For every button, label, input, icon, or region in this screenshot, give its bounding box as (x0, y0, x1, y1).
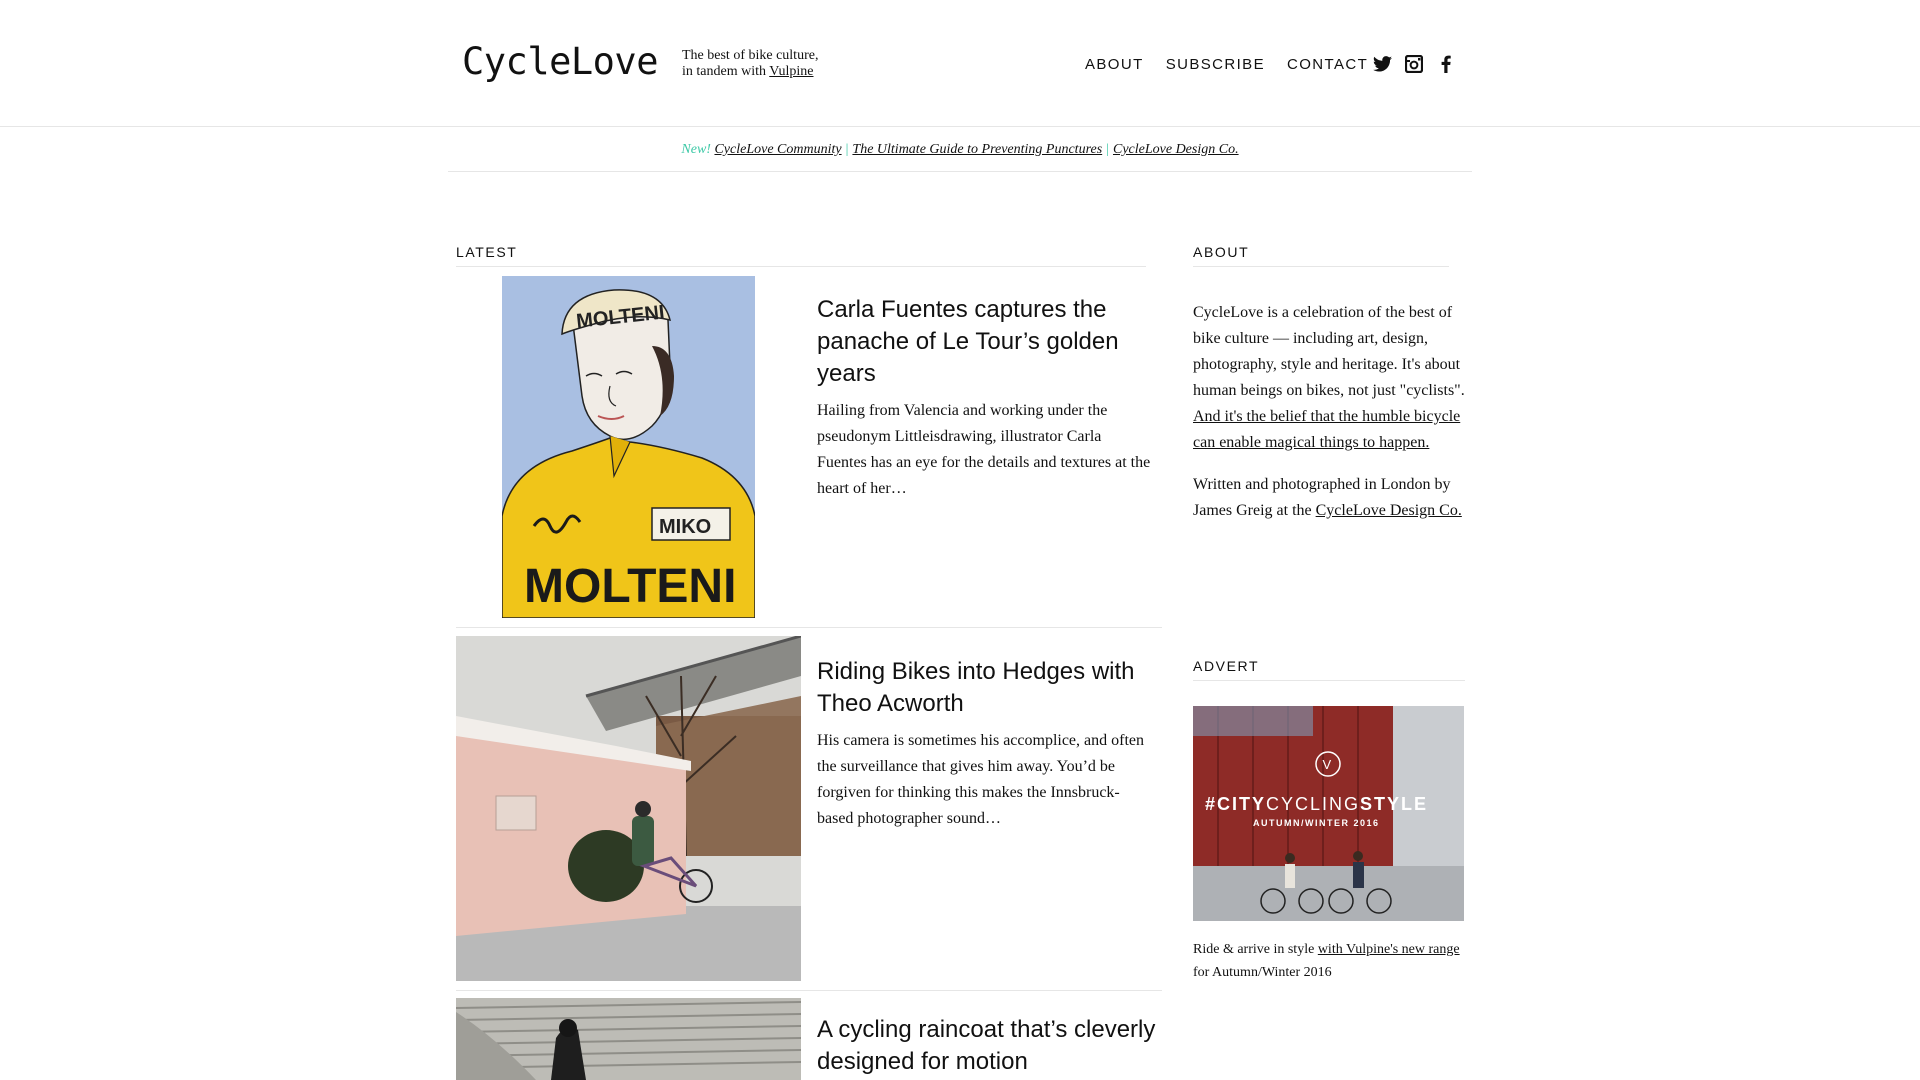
article-title[interactable]: Carla Fuentes captures the panache of Le… (817, 294, 1157, 390)
main-nav: ABOUT SUBSCRIBE CONTACT (1085, 56, 1390, 73)
facebook-icon[interactable] (1436, 54, 1456, 74)
site-header: CycleLove The best of bike culture, in t… (0, 0, 1920, 127)
about-p1-text: CycleLove is a celebration of the best o… (1193, 304, 1465, 399)
site-tagline: The best of bike culture, in tandem with… (682, 48, 818, 80)
article-excerpt: His camera is sometimes his accomplice, … (817, 732, 1145, 827)
article-excerpt: Hailing from Valencia and working under … (817, 402, 1151, 497)
about-paragraph-2: Written and photographed in London by Ja… (1193, 472, 1465, 524)
vulpine-logo: V (1323, 757, 1332, 772)
article-card: MOLTENI MIKO MOLTENI Carla Fuentes captu… (456, 276, 1162, 628)
about-belief-link[interactable]: And it's the belief that the humble bicy… (1193, 408, 1460, 451)
article-image-hedge[interactable] (456, 636, 801, 981)
twitter-icon[interactable] (1372, 54, 1392, 74)
design-co-link[interactable]: CycleLove Design Co. (1316, 502, 1462, 519)
about-paragraph-1: CycleLove is a celebration of the best o… (1193, 300, 1465, 456)
instagram-icon[interactable] (1404, 54, 1424, 74)
article-image-raincoat[interactable] (456, 998, 801, 1080)
advert-caption: Ride & arrive in style with Vulpine's ne… (1193, 938, 1465, 984)
vulpine-range-link[interactable]: with Vulpine's new range (1318, 942, 1460, 957)
tagline-line-2: in tandem with Vulpine (682, 64, 818, 80)
promo-link-design-co[interactable]: CycleLove Design Co. (1113, 142, 1239, 157)
tagline-line-1: The best of bike culture, (682, 48, 819, 63)
nav-about[interactable]: ABOUT (1085, 56, 1144, 73)
advert-heading: ADVERT (1193, 658, 1465, 681)
advert-subtitle: AUTUMN/WINTER 2016 (1253, 818, 1380, 828)
article-card: Riding Bikes into Hedges with Theo Acwor… (456, 636, 1162, 991)
article-card: A cycling raincoat that’s cleverly desig… (456, 998, 1162, 1080)
promo-link-community[interactable]: CycleLove Community (714, 142, 841, 157)
vulpine-link[interactable]: Vulpine (769, 64, 813, 79)
svg-text:#CITYCYCLINGSTYLE: #CITYCYCLINGSTYLE (1205, 794, 1428, 814)
promo-separator: | (845, 142, 849, 157)
promo-new-label: New! (681, 142, 711, 157)
advert-caption-suffix: for Autumn/Winter 2016 (1193, 965, 1332, 980)
social-links (1372, 54, 1456, 74)
site-logo[interactable]: CycleLove (462, 40, 658, 83)
article-title[interactable]: A cycling raincoat that’s cleverly desig… (817, 1014, 1157, 1078)
article-title[interactable]: Riding Bikes into Hedges with Theo Acwor… (817, 656, 1157, 720)
tagline-prefix: in tandem with (682, 64, 770, 79)
promo-separator: | (1106, 142, 1109, 157)
chest-text: MOLTENI (524, 560, 736, 613)
nav-subscribe[interactable]: SUBSCRIBE (1166, 56, 1265, 73)
advert-caption-prefix: Ride & arrive in style (1193, 942, 1318, 957)
advert-banner[interactable]: V #CITYCYCLINGSTYLE AUTUMN/WINTER 2016 (1193, 706, 1464, 921)
about-heading: ABOUT (1193, 244, 1449, 267)
promo-link-punctures[interactable]: The Ultimate Guide to Preventing Punctur… (852, 142, 1102, 157)
promo-bar: New! CycleLove Community | The Ultimate Gu… (448, 128, 1472, 172)
nav-contact[interactable]: CONTACT (1287, 56, 1368, 73)
about-text: CycleLove is a celebration of the best o… (1193, 300, 1465, 540)
advert-title-bold: #CITY (1205, 794, 1266, 814)
badge-text: MIKO (659, 516, 711, 538)
latest-heading: LATEST (456, 244, 1146, 267)
advert-title-bold-2: STYLE (1360, 794, 1428, 814)
article-image-molteni[interactable]: MOLTENI MIKO MOLTENI (502, 276, 755, 618)
advert-title-light: CYCLING (1266, 794, 1360, 814)
